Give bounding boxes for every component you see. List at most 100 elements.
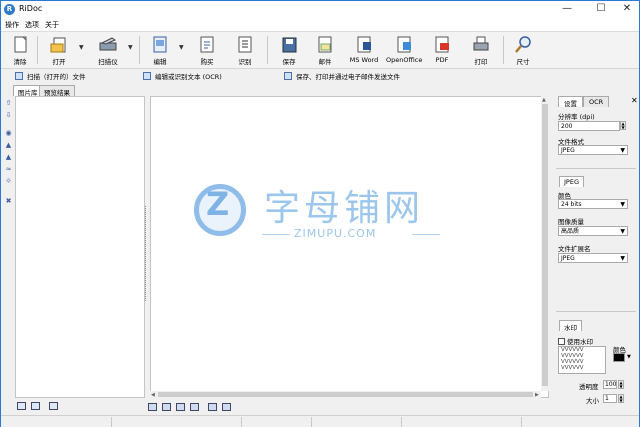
fit-page-icon[interactable] <box>190 403 199 411</box>
image-quality-select[interactable]: 高品质 ▼ <box>558 226 628 236</box>
file-format-select[interactable]: JPEG ▼ <box>558 145 628 155</box>
scanner-button[interactable]: 扫描仪 <box>91 35 125 68</box>
toolbar-separator <box>267 36 268 64</box>
watermark-color-picker[interactable] <box>613 353 625 362</box>
app-logo-icon: R <box>4 4 15 15</box>
recognize-button[interactable]: 识别 <box>231 35 259 68</box>
status-divider <box>241 417 242 427</box>
section-divider <box>556 311 636 312</box>
watermark-overlay: Z 字母铺网 ZIMUPU.COM <box>194 181 454 251</box>
maximize-button[interactable]: ☐ <box>587 1 615 18</box>
size-input[interactable]: 1 <box>603 394 617 403</box>
scroll-left-icon[interactable]: ◀ <box>151 392 155 398</box>
move-down-icon[interactable]: ⇩ <box>4 111 13 119</box>
print-button[interactable]: 打印 <box>467 35 495 68</box>
image-gallery-pane[interactable] <box>15 96 145 398</box>
menu-about[interactable]: 关于 <box>45 20 59 30</box>
file-extension-label: 文件扩展名 <box>558 245 591 253</box>
watermark-pattern[interactable]: VVVVVV VVVVVV VVVVVV VVVVVV <box>558 346 606 374</box>
use-watermark-checkbox[interactable]: 使用水印 <box>558 336 593 346</box>
two-page-icon[interactable] <box>162 403 171 411</box>
app-window: R RiDoc — ☐ ✕ 操作 选项 关于 清除 打开 ▼ 扫描仪 ▼ 编辑 … <box>0 0 640 427</box>
resolution-label: 分辨率 (dpi) <box>558 113 595 121</box>
checkbox-icon[interactable] <box>558 338 565 345</box>
watermark-line <box>262 234 290 235</box>
buy-button[interactable]: 购买 <box>193 35 221 68</box>
horizontal-scrollbar[interactable]: ◀ ▶ <box>150 391 541 398</box>
close-button[interactable]: ✕ <box>613 1 640 18</box>
fit-width-icon[interactable] <box>176 403 185 411</box>
menu-options[interactable]: 选项 <box>25 20 39 30</box>
status-divider <box>521 417 522 427</box>
watermark-line <box>412 234 440 235</box>
mountain-alt-icon[interactable]: ▲ <box>4 153 13 161</box>
single-page-icon[interactable] <box>148 403 157 411</box>
image-quality-label: 图像质量 <box>558 218 584 226</box>
toolbar: 清除 打开 ▼ 扫描仪 ▼ 编辑 ▼ 购买 识别 保存 邮件 MS Word O… <box>1 32 639 69</box>
brightness-icon[interactable]: ☼ <box>4 177 13 185</box>
pdf-button[interactable]: PDF <box>428 35 456 68</box>
menu-operation[interactable]: 操作 <box>5 20 19 30</box>
save-print-email-link[interactable]: 保存、打印并通过电子邮件发送文件 <box>284 71 400 81</box>
opacity-stepper[interactable]: ▲ ▼ <box>618 380 624 389</box>
scanner-dropdown-icon[interactable]: ▼ <box>128 44 133 51</box>
horizontal-scroll-thumb[interactable] <box>158 392 533 397</box>
scan-icon <box>15 72 23 80</box>
size-zoom-button[interactable]: 尺寸 <box>509 35 537 68</box>
adjust-icon[interactable]: ≈ <box>4 165 13 173</box>
move-up-icon[interactable]: ⇧ <box>4 99 13 107</box>
watermark-logo-letter: Z <box>206 185 230 223</box>
ms-word-button[interactable]: MS Word <box>346 35 382 68</box>
scanner-icon <box>98 35 118 54</box>
edit-dropdown-icon[interactable]: ▼ <box>179 44 184 51</box>
crop-icon[interactable]: ✖ <box>4 197 13 205</box>
pane-splitter[interactable] <box>145 206 148 301</box>
tab-preview-results[interactable]: 预览结果 <box>39 85 75 97</box>
size-stepper[interactable]: ▲ ▼ <box>618 394 624 403</box>
rotate-icon[interactable]: ◉ <box>4 129 13 137</box>
status-divider <box>401 417 402 427</box>
minimize-button[interactable]: — <box>553 1 581 18</box>
open-dropdown-icon[interactable]: ▼ <box>79 44 84 51</box>
opacity-input[interactable]: 100 <box>603 380 617 389</box>
resolution-stepper[interactable]: ▲ ▼ <box>620 121 626 130</box>
openoffice-button[interactable]: OpenOffice <box>386 35 422 68</box>
panel-close-icon[interactable]: ✕ <box>631 96 638 105</box>
tab-ocr[interactable]: OCR <box>583 96 610 107</box>
file-extension-select[interactable]: JPEG ▼ <box>558 253 628 263</box>
chevron-down-icon: ▼ <box>620 255 625 262</box>
zoom-out-icon[interactable] <box>222 403 231 411</box>
tab-watermark[interactable]: 水印 <box>559 320 582 332</box>
mountain-icon[interactable]: ▲ <box>4 141 13 149</box>
tab-settings[interactable]: 设置 <box>558 96 583 108</box>
ocr-link[interactable]: 编辑或识别文本 (OCR) <box>143 71 222 81</box>
toolbar-separator <box>37 36 38 64</box>
select-all-icon[interactable] <box>17 402 26 410</box>
save-button[interactable]: 保存 <box>275 35 303 68</box>
scroll-up-icon[interactable]: ▲ <box>542 97 546 103</box>
buy-icon <box>197 35 217 54</box>
gallery-view-icon[interactable] <box>49 402 58 410</box>
deselect-icon[interactable] <box>31 402 40 410</box>
clear-button[interactable]: 清除 <box>6 35 34 68</box>
chevron-down-icon: ▼ <box>620 228 625 235</box>
scan-file-link[interactable]: 扫描（打开的）文件 <box>15 71 86 81</box>
edit-icon <box>150 35 170 54</box>
zoom-icon <box>513 35 533 54</box>
clear-icon <box>10 35 30 54</box>
vertical-scrollbar[interactable]: ▲ <box>541 96 549 391</box>
resolution-input[interactable]: 200 <box>558 121 620 131</box>
mail-button[interactable]: 邮件 <box>311 35 339 68</box>
chevron-down-icon[interactable]: ▼ <box>627 354 631 360</box>
zoom-in-icon[interactable] <box>208 403 217 411</box>
edit-button[interactable]: 编辑 <box>146 35 174 68</box>
vertical-scroll-thumb[interactable] <box>542 104 548 386</box>
toolbar-separator <box>139 36 140 64</box>
tab-jpeg[interactable]: JPEG <box>559 176 584 187</box>
scroll-right-icon[interactable]: ▶ <box>535 392 539 398</box>
left-tool-strip: ⇧ ⇩ ◉ ▲ ▲ ≈ ☼ ✖ <box>2 97 15 407</box>
watermark-en-text: ZIMUPU.COM <box>294 227 377 240</box>
color-depth-select[interactable]: 24 bits ▼ <box>558 199 628 209</box>
open-button[interactable]: 打开 <box>44 35 74 68</box>
title-bar: R RiDoc — ☐ ✕ <box>1 1 639 18</box>
